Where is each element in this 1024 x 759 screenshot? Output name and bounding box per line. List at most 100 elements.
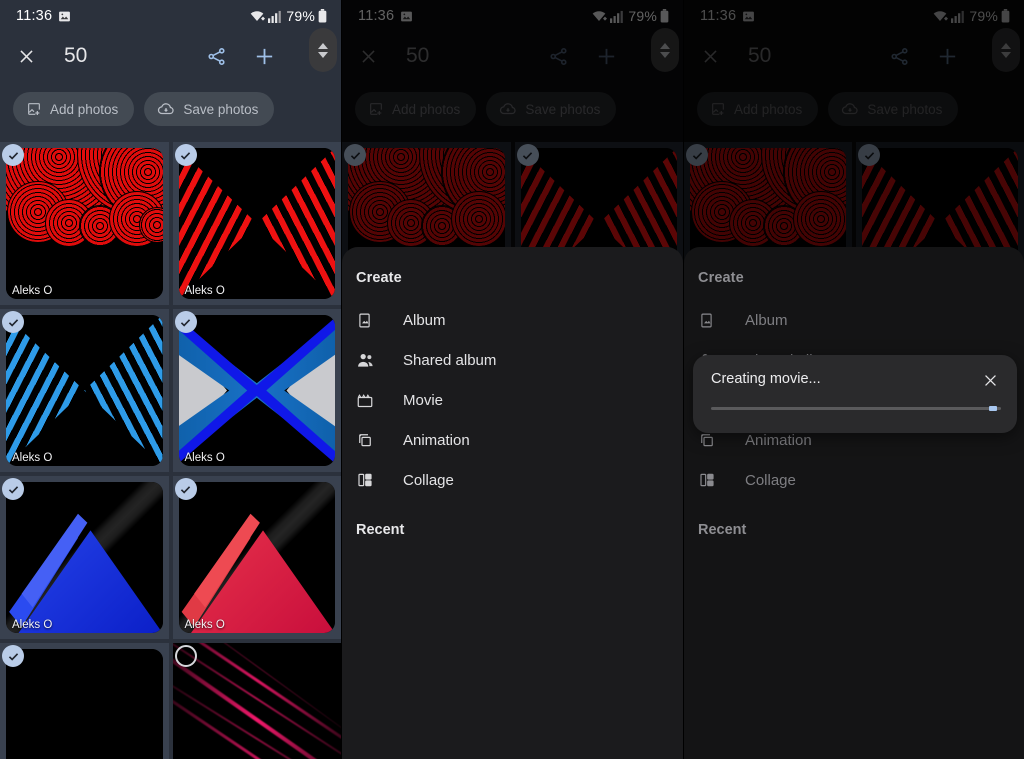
photo-grid[interactable]: Aleks O Aleks O Aleks O Aleks O Aleks O … [0,138,341,759]
movie-clapper-icon [356,392,378,409]
menu-item-collage[interactable]: Collage [684,460,1024,500]
artwork-triangle-red [178,482,335,633]
selection-count: 50 [64,44,88,67]
create-bottom-sheet: Create Album Shared album Movie [684,247,1024,759]
add-image-icon [26,101,42,117]
menu-item-label: Shared album [403,351,497,369]
status-bar: 11:36 79% [0,0,341,32]
album-icon [356,312,378,329]
create-sheet-subheader: Recent [698,522,747,538]
photo-owner-label: Aleks O [184,619,225,631]
battery-percent: 79% [286,8,315,24]
artwork-chevron-lightblue [6,315,163,466]
album-icon [698,312,720,329]
progress-bar-indicator [989,406,998,411]
photo-thumbnail [178,315,335,466]
three-panel-screenshot: 11:36 79% 50 Add photos Save photos Alek… [0,0,1024,759]
menu-item-label: Animation [403,431,470,449]
close-icon[interactable] [979,369,1001,391]
selection-checkmark[interactable] [2,311,24,333]
photo-owner-label: Aleks O [184,285,225,297]
add-photos-chip[interactable]: Add photos [13,92,135,126]
menu-item-movie[interactable]: Movie [342,380,683,420]
selection-checkmark[interactable] [2,144,24,166]
photo-thumbnail [6,482,163,633]
photo-cell[interactable]: Aleks O [172,142,341,305]
status-bar-left: 11:36 [16,8,71,24]
photo-cell[interactable] [0,643,169,759]
photo-thumbnail [178,482,335,633]
add-photos-label: Add photos [50,101,119,117]
artwork-bigchevron-blue [178,315,335,466]
menu-item-label: Album [403,311,446,329]
panel-create-menu: 11:36 79% 50 [341,0,683,759]
save-photos-chip[interactable]: Save photos [144,92,275,126]
menu-item-label: Movie [403,391,444,409]
menu-item-label: Animation [745,431,812,449]
app-toolbar: 50 [0,32,341,80]
selection-checkmark[interactable] [2,645,24,667]
photo-cell[interactable]: Aleks O [172,476,341,639]
create-sheet-subheader: Recent [356,522,405,538]
photo-owner-label: Aleks O [12,452,53,464]
menu-item-shared-album[interactable]: Shared album [342,340,683,380]
photo-cell[interactable]: Aleks O [0,142,169,305]
people-icon [356,352,378,369]
create-bottom-sheet: Create Album Shared album Movie [342,247,683,759]
progress-bar-track [711,406,1001,411]
selection-checkmark[interactable] [174,311,197,333]
menu-item-album[interactable]: Album [684,300,1024,340]
selection-checkmark[interactable] [174,144,197,166]
photo-cell[interactable]: Aleks O [0,309,169,472]
menu-item-label: Album [745,311,788,329]
animation-stack-icon [698,431,720,449]
artwork-rings-red [6,148,163,299]
cloud-download-icon [157,101,175,117]
selection-checkmark[interactable] [2,478,24,500]
artwork-streaks-pink [172,643,341,759]
panel-selection-grid: 11:36 79% 50 Add photos Save photos Alek… [0,0,341,759]
photo-icon [58,10,71,23]
photo-thumbnail [6,649,163,759]
menu-item-label: Collage [745,471,796,489]
menu-item-animation[interactable]: Animation [342,420,683,460]
photo-thumbnail [172,643,341,759]
battery-icon [318,9,327,23]
clock: 11:36 [16,8,53,24]
plus-icon[interactable] [247,39,281,73]
photo-cell[interactable] [172,643,341,759]
action-chip-row: Add photos Save photos [0,80,341,138]
animation-stack-icon [356,431,378,449]
snackbar-row: Creating movie... [711,369,1001,391]
creating-movie-snackbar: Creating movie... [693,355,1017,433]
selection-checkmark-empty[interactable] [174,645,197,667]
create-sheet-header: Create [698,270,744,286]
photo-thumbnail [178,148,335,299]
create-sheet-header: Create [356,270,402,286]
artwork-chevron-red [178,148,335,299]
collage-grid-icon [356,471,378,489]
save-photos-label: Save photos [183,101,259,117]
panel-creating-movie: 11:36 79% 50 [683,0,1024,759]
photo-owner-label: Aleks O [12,285,53,297]
snackbar-message: Creating movie... [711,371,821,387]
artwork-curve-pink [6,649,163,759]
photo-thumbnail [6,315,163,466]
share-icon[interactable] [199,39,233,73]
collage-grid-icon [698,471,720,489]
cellular-signal-icon [268,10,282,23]
selection-checkmark[interactable] [174,478,197,500]
photo-cell[interactable]: Aleks O [172,309,341,472]
menu-item-label: Collage [403,471,454,489]
wifi-icon [249,9,266,23]
photo-owner-label: Aleks O [12,619,53,631]
artwork-triangle-blue [6,482,163,633]
menu-item-collage[interactable]: Collage [342,460,683,500]
status-bar-right: 79% [249,8,327,24]
close-icon[interactable] [10,40,42,72]
menu-item-album[interactable]: Album [342,300,683,340]
photo-owner-label: Aleks O [184,452,225,464]
photo-cell[interactable]: Aleks O [0,476,169,639]
scroll-updown-icon[interactable] [309,28,337,72]
photo-thumbnail [6,148,163,299]
